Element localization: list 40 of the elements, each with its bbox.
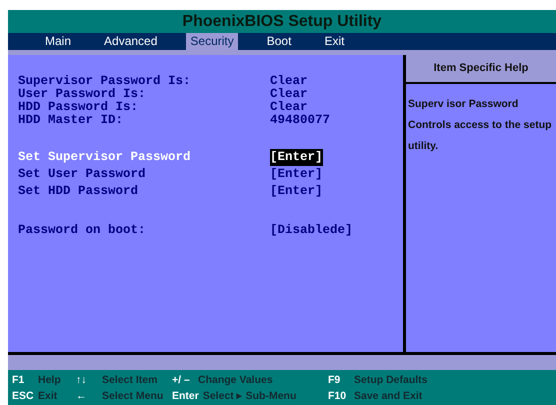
setting-label[interactable]: Set HDD Password	[18, 183, 270, 200]
setting-value: Clear	[270, 101, 308, 114]
key-action: Exit	[38, 389, 58, 404]
setting-label[interactable]: Set Supervisor Password	[18, 149, 270, 166]
setting-label[interactable]: Password on boot:	[18, 222, 270, 239]
setting-value: Clear	[270, 75, 308, 88]
key-action: Save and Exit	[354, 389, 422, 404]
key-action: Change Values	[198, 373, 273, 388]
key-label: ESC	[12, 389, 34, 404]
setting-label: Supervisor Password Is:	[18, 75, 192, 88]
setting-value[interactable]: [Enter]	[270, 149, 323, 166]
key-label: F9	[328, 373, 342, 388]
window-title: PhoenixBIOS Setup Utility	[8, 10, 556, 33]
key-label: Enter	[172, 389, 199, 404]
menu-tab[interactable]: Main	[41, 33, 76, 50]
help-text: Superv isor Password Controls access to the setup utility.	[407, 96, 553, 154]
setting-value[interactable]: [Enter]	[270, 183, 323, 200]
key-label: F1	[12, 373, 26, 388]
key-action: Select Menu	[102, 389, 164, 404]
menu-tab[interactable]: Security	[186, 33, 238, 50]
key-action: Setup Defaults	[354, 373, 428, 388]
menu-tab[interactable]: Exit	[320, 33, 348, 50]
setting-value[interactable]: [Enter]	[270, 166, 323, 183]
menu-tab[interactable]: Advanced	[100, 33, 162, 50]
setting-value: Clear	[270, 88, 308, 101]
key-label: ←	[76, 389, 88, 404]
menu-tab[interactable]: Boot	[262, 33, 296, 50]
help-title: Item Specific Help	[406, 55, 556, 84]
setting-label: HDD Password Is:	[18, 101, 140, 114]
key-label: F10	[328, 389, 348, 404]
setting-value[interactable]: [Disablede]	[270, 222, 353, 239]
setting-label[interactable]: Set User Password	[18, 166, 270, 183]
key-action: Select Item	[102, 373, 158, 388]
key-action: Help	[38, 373, 61, 388]
key-label: ↑↓	[76, 373, 88, 388]
setting-value: 49480077	[270, 114, 330, 127]
key-label: +/ –	[172, 373, 191, 388]
key-action: Select ▸ Sub-Menu	[202, 389, 296, 404]
setting-label: User Password Is:	[18, 88, 147, 101]
setting-label: HDD Master ID:	[18, 114, 124, 127]
